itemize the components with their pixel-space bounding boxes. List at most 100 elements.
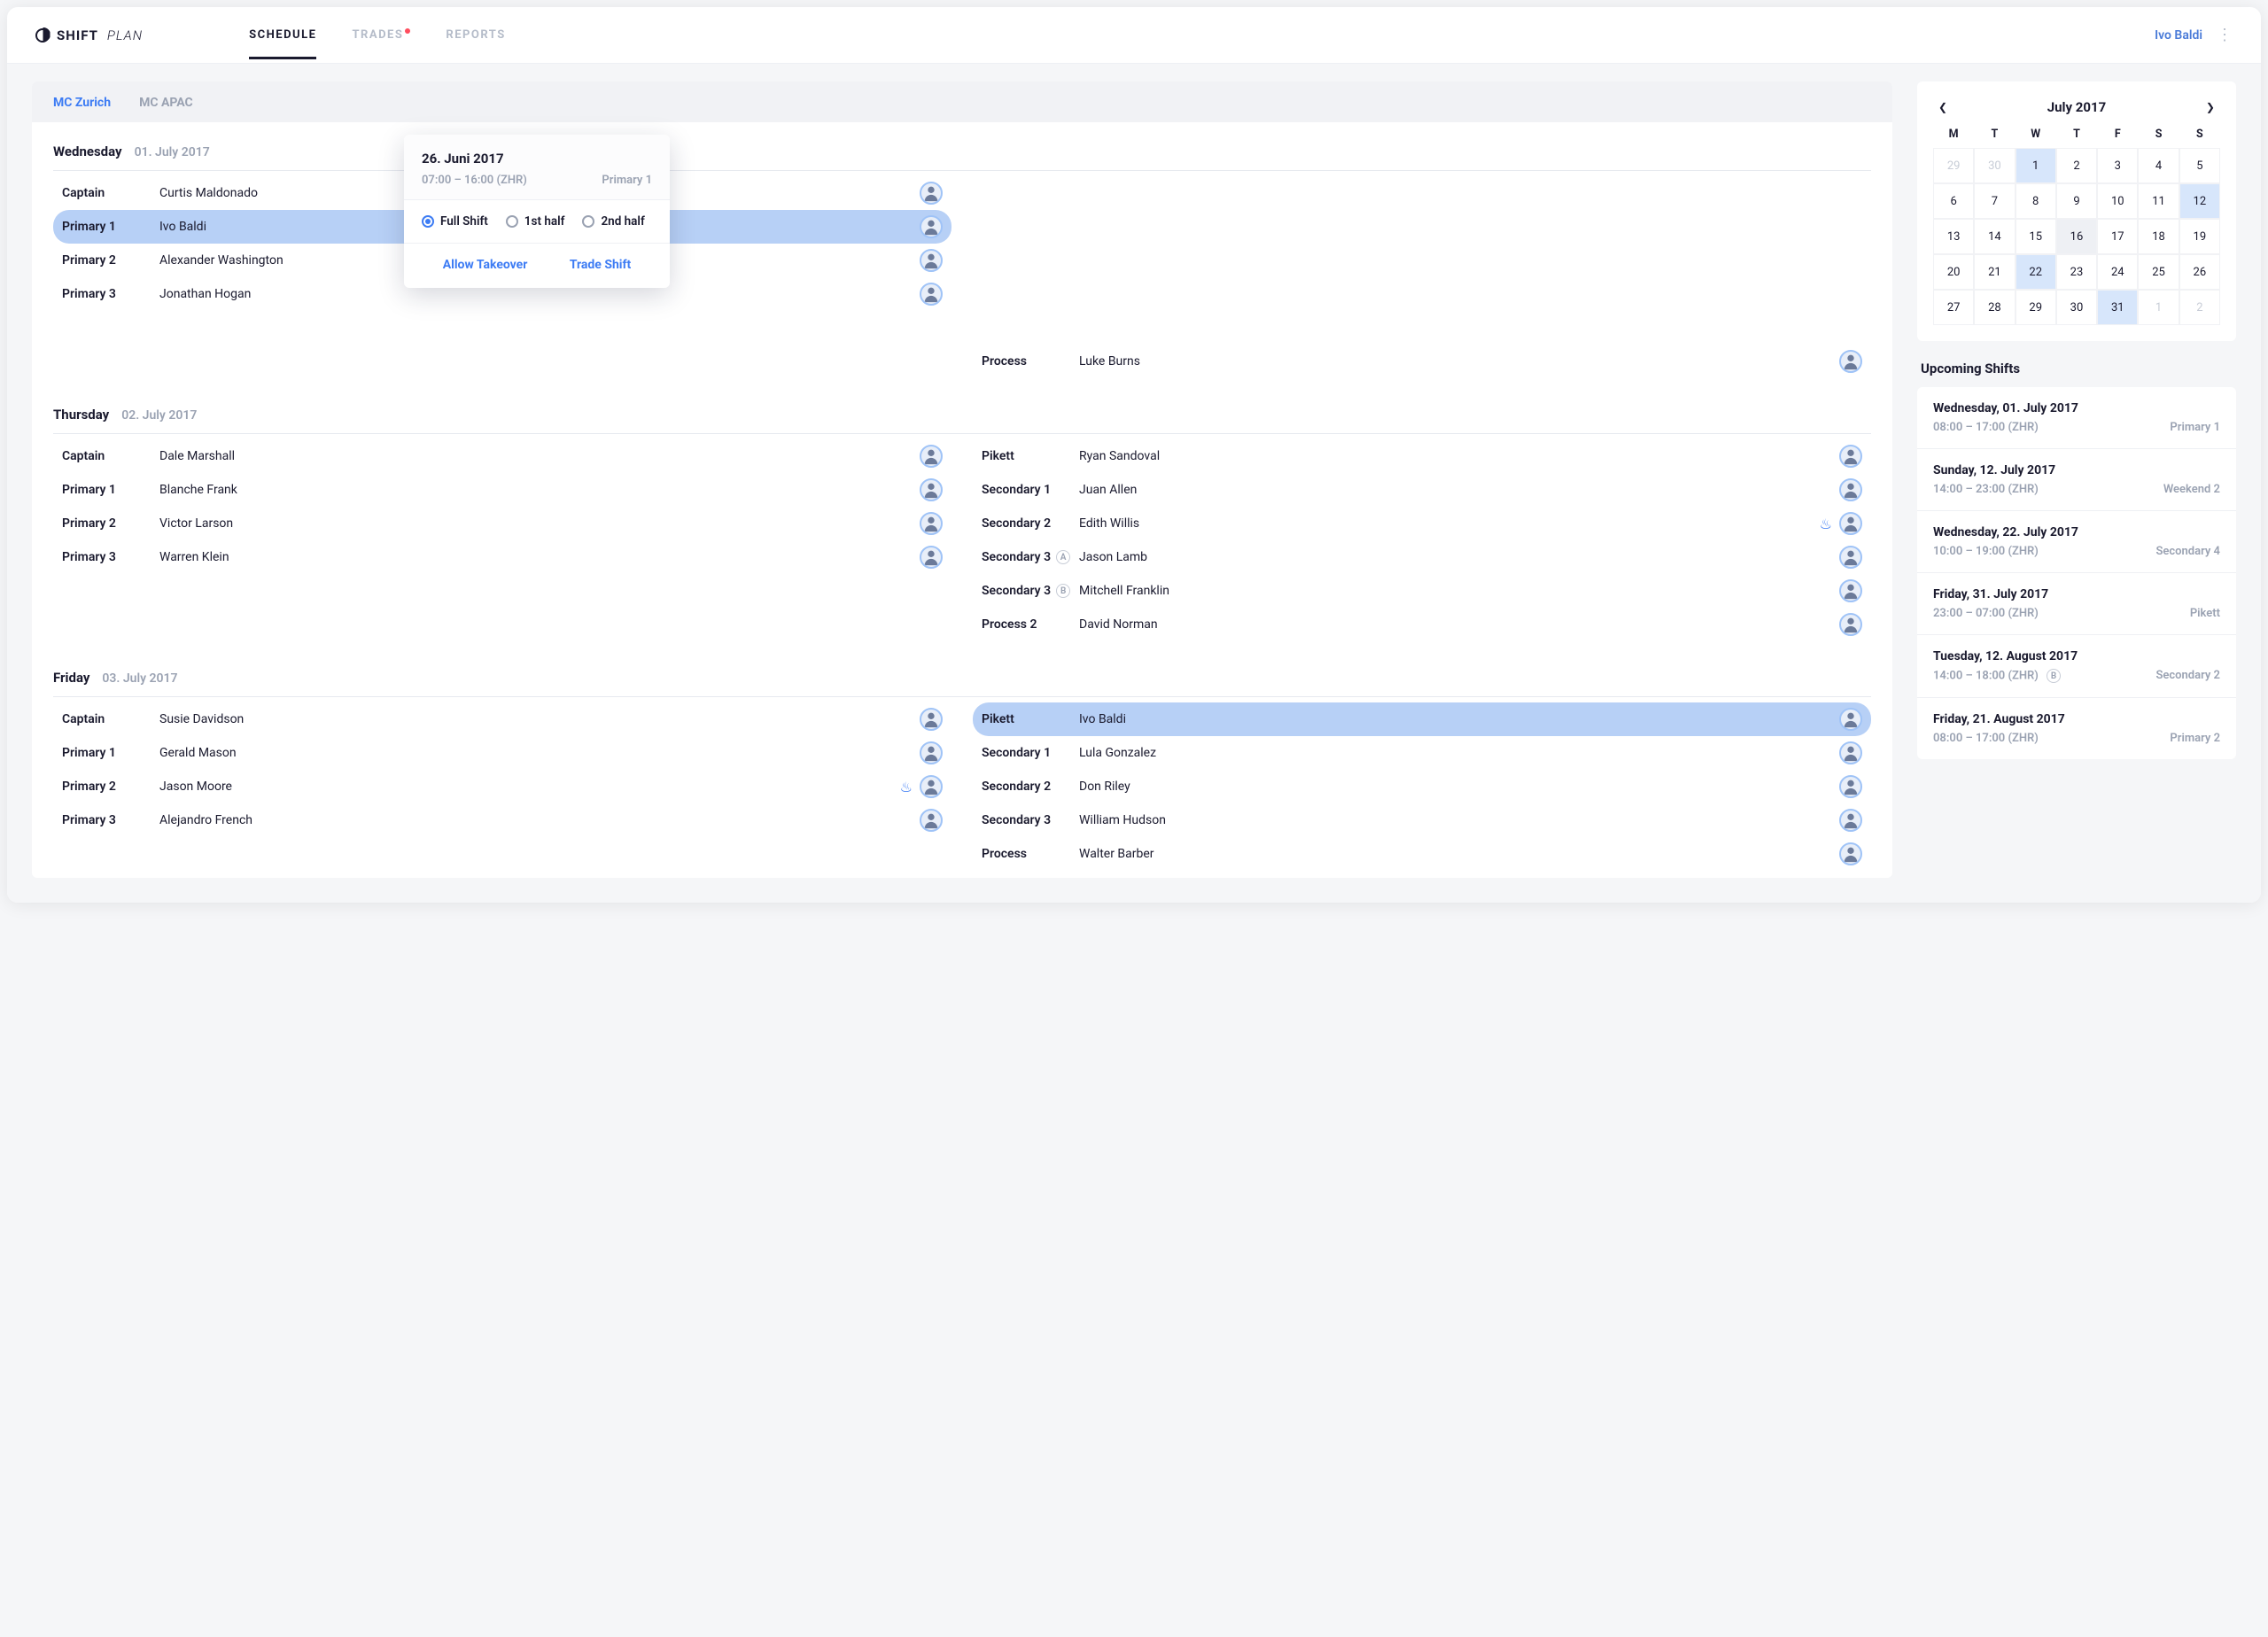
calendar-day[interactable]: 25 xyxy=(2138,254,2179,290)
upcoming-date: Tuesday, 12. August 2017 xyxy=(1933,649,2220,663)
upcoming-time: 08:00 – 17:00 (ZHR) xyxy=(1933,421,2039,434)
shift-row[interactable]: Primary 3Warren Klein xyxy=(53,540,951,574)
shift-row[interactable]: Secondary 3BMitchell Franklin xyxy=(973,574,1871,608)
calendar-day[interactable]: 11 xyxy=(2138,183,2179,219)
current-user[interactable]: Ivo Baldi xyxy=(2155,28,2202,43)
shift-row[interactable]: Primary 3Alejandro French xyxy=(53,803,951,837)
calendar-day[interactable]: 16 xyxy=(2056,219,2097,254)
avatar-icon xyxy=(920,182,943,205)
shift-row[interactable]: Primary 1Gerald Mason xyxy=(53,736,951,770)
avatar-icon xyxy=(1839,512,1862,535)
nav-reports[interactable]: REPORTS xyxy=(446,28,505,59)
shift-role: Process xyxy=(982,847,1079,861)
upcoming-date: Wednesday, 01. July 2017 xyxy=(1933,401,2220,415)
day-block: Friday03. July 2017CaptainSusie Davidson… xyxy=(32,648,1892,878)
tab-mc-apac[interactable]: MC APAC xyxy=(139,96,193,110)
calendar-day[interactable]: 27 xyxy=(1933,290,1974,325)
upcoming-role: Secondary 2 xyxy=(2155,669,2220,683)
calendar-day[interactable]: 2 xyxy=(2179,290,2220,325)
shift-row[interactable]: PikettIvo Baldi xyxy=(973,702,1871,736)
nav-schedule[interactable]: SCHEDULE xyxy=(249,28,316,59)
nav-trades[interactable]: TRADES xyxy=(352,28,410,59)
shift-row[interactable]: Secondary 3AJason Lamb xyxy=(973,540,1871,574)
calendar-day[interactable]: 3 xyxy=(2097,148,2138,183)
app-window: SHIFT PLAN SCHEDULETRADESREPORTS Ivo Bal… xyxy=(7,7,2261,903)
shift-row[interactable]: ProcessLuke Burns xyxy=(973,345,1871,378)
shift-row[interactable]: CaptainDale Marshall xyxy=(53,439,951,473)
shift-row[interactable]: Secondary 1Lula Gonzalez xyxy=(973,736,1871,770)
calendar-day[interactable]: 29 xyxy=(2016,290,2056,325)
calendar-day[interactable]: 31 xyxy=(2097,290,2138,325)
radio-first-half[interactable]: 1st half xyxy=(506,214,565,229)
shift-role: Primary 2 xyxy=(62,780,159,794)
shift-row[interactable]: Secondary 1Juan Allen xyxy=(973,473,1871,507)
upcoming-item[interactable]: Tuesday, 12. August 201714:00 – 18:00 (Z… xyxy=(1917,635,2236,698)
logo-text-1: SHIFT xyxy=(57,27,98,43)
calendar-day[interactable]: 29 xyxy=(1933,148,1974,183)
radio-full-shift[interactable]: Full Shift xyxy=(422,214,488,229)
calendar-day[interactable]: 2 xyxy=(2056,148,2097,183)
calendar-day[interactable]: 18 xyxy=(2138,219,2179,254)
shift-row[interactable]: Primary 2Jason Moore♨ xyxy=(53,770,951,803)
shift-person: William Hudson xyxy=(1079,813,1839,827)
shift-row[interactable]: PikettRyan Sandoval xyxy=(973,439,1871,473)
upcoming-item[interactable]: Wednesday, 22. July 201710:00 – 19:00 (Z… xyxy=(1917,511,2236,573)
calendar-day[interactable]: 6 xyxy=(1933,183,1974,219)
calendar-day[interactable]: 10 xyxy=(2097,183,2138,219)
more-menu-icon[interactable]: ⋮ xyxy=(2217,27,2233,43)
calendar-day[interactable]: 28 xyxy=(1974,290,2015,325)
calendar-day[interactable]: 7 xyxy=(1974,183,2015,219)
upcoming-item[interactable]: Friday, 21. August 201708:00 – 17:00 (ZH… xyxy=(1917,698,2236,759)
calendar-next-icon[interactable]: ❯ xyxy=(2201,97,2220,117)
shift-person: Jason Lamb xyxy=(1079,550,1839,564)
upcoming-title: Upcoming Shifts xyxy=(1921,361,2236,376)
calendar-day[interactable]: 19 xyxy=(2179,219,2220,254)
calendar-day[interactable]: 12 xyxy=(2179,183,2220,219)
avatar-icon xyxy=(1839,478,1862,501)
shift-row[interactable]: CaptainSusie Davidson xyxy=(53,702,951,736)
calendar-day[interactable]: 24 xyxy=(2097,254,2138,290)
shift-row[interactable]: Secondary 2Don Riley xyxy=(973,770,1871,803)
shift-row[interactable]: ProcessWalter Barber xyxy=(973,837,1871,871)
avatar-icon xyxy=(920,512,943,535)
shift-person: Gerald Mason xyxy=(159,746,920,760)
calendar-day[interactable]: 8 xyxy=(2016,183,2056,219)
upcoming-item[interactable]: Wednesday, 01. July 2017 08:00 – 17:00 (Z… xyxy=(1917,387,2236,449)
shift-role: Process xyxy=(982,354,1079,369)
shift-row[interactable]: Secondary 3William Hudson xyxy=(973,803,1871,837)
calendar-day[interactable]: 22 xyxy=(2016,254,2056,290)
calendar-day[interactable]: 30 xyxy=(2056,290,2097,325)
calendar-day[interactable]: 5 xyxy=(2179,148,2220,183)
calendar-day[interactable]: 17 xyxy=(2097,219,2138,254)
allow-takeover-button[interactable]: Allow Takeover xyxy=(443,258,528,272)
shift-row[interactable]: Secondary 2Edith Willis♨ xyxy=(973,507,1871,540)
popover-date: 26. Juni 2017 xyxy=(422,151,652,167)
shift-row[interactable]: Primary 1Blanche Frank xyxy=(53,473,951,507)
calendar-day[interactable]: 14 xyxy=(1974,219,2015,254)
trade-shift-button[interactable]: Trade Shift xyxy=(570,258,631,272)
shift-role: Captain xyxy=(62,449,159,463)
fire-icon: ♨ xyxy=(1820,516,1832,532)
calendar-day[interactable]: 1 xyxy=(2138,290,2179,325)
shift-role: Primary 1 xyxy=(62,746,159,760)
calendar-day[interactable]: 21 xyxy=(1974,254,2015,290)
calendar-day[interactable]: 20 xyxy=(1933,254,1974,290)
tab-mc-zurich[interactable]: MC Zurich xyxy=(53,96,111,110)
shift-popover: 26. Juni 2017 07:00 – 16:00 (ZHR) Primar… xyxy=(404,135,670,288)
shift-row[interactable]: Primary 2Victor Larson xyxy=(53,507,951,540)
half-badge-icon: A xyxy=(1056,550,1070,564)
calendar-day[interactable]: 30 xyxy=(1974,148,2015,183)
calendar-day[interactable]: 4 xyxy=(2138,148,2179,183)
upcoming-item[interactable]: Sunday, 12. July 201714:00 – 23:00 (ZHR)… xyxy=(1917,449,2236,511)
calendar-day[interactable]: 9 xyxy=(2056,183,2097,219)
shift-row[interactable]: Process 2David Norman xyxy=(973,608,1871,641)
calendar-day[interactable]: 23 xyxy=(2056,254,2097,290)
radio-second-half[interactable]: 2nd half xyxy=(582,214,644,229)
avatar-icon xyxy=(1839,445,1862,468)
calendar-day[interactable]: 13 xyxy=(1933,219,1974,254)
upcoming-item[interactable]: Friday, 31. July 201723:00 – 07:00 (ZHR)… xyxy=(1917,573,2236,635)
calendar-prev-icon[interactable]: ❮ xyxy=(1933,97,1953,117)
calendar-day[interactable]: 26 xyxy=(2179,254,2220,290)
calendar-day[interactable]: 1 xyxy=(2016,148,2056,183)
calendar-day[interactable]: 15 xyxy=(2016,219,2056,254)
